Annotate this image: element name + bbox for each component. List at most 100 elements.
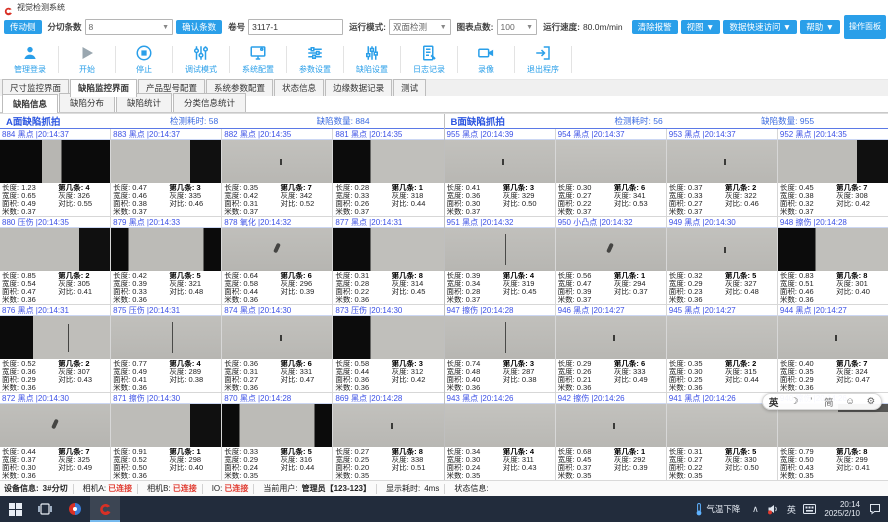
defect-cell[interactable]: 881 黑点 |20:14:35 长度: 0.28宽度: 0.33面积: 0.2… <box>333 129 443 216</box>
defect-thumbnail[interactable] <box>445 140 555 183</box>
defect-thumbnail[interactable] <box>556 228 666 271</box>
slit-count-select[interactable]: 8▼ <box>85 19 174 35</box>
sub-tab-1[interactable]: 缺陷信息 <box>2 94 58 113</box>
defect-thumbnail[interactable] <box>111 404 221 447</box>
action-button-8[interactable]: 日志记录 <box>401 40 457 79</box>
defect-cell[interactable]: 873 压伤 |20:14:30 长度: 0.58宽度: 0.44面积: 0.3… <box>333 305 443 392</box>
chart-points-select[interactable]: 100▼ <box>497 19 538 35</box>
help-menu-button[interactable]: 帮助 ▼ <box>800 20 840 35</box>
defect-cell[interactable]: 876 黑点 |20:14:31 长度: 0.52宽度: 0.36面积: 0.2… <box>0 305 110 392</box>
task-view-button[interactable] <box>30 496 60 522</box>
defect-cell[interactable]: 874 黑点 |20:14:30 长度: 0.36宽度: 0.31面积: 0.2… <box>222 305 332 392</box>
sub-tab-4[interactable]: 分类信息统计 <box>173 93 246 112</box>
defect-thumbnail[interactable] <box>667 316 777 359</box>
action-button-4[interactable]: 调试模式 <box>173 40 229 79</box>
defect-cell[interactable]: 947 擦伤 |20:14:28 长度: 0.74宽度: 0.48面积: 0.4… <box>445 305 555 392</box>
view-menu-button[interactable]: 视图 ▼ <box>681 20 721 35</box>
action-button-2[interactable]: 开始 <box>59 40 115 79</box>
defect-cell[interactable]: 954 黑点 |20:14:37 长度: 0.30宽度: 0.27面积: 0.2… <box>556 129 666 216</box>
weather-widget[interactable]: 气温下降 <box>689 496 746 522</box>
defect-cell[interactable]: 942 擦伤 |20:14:26 长度: 0.68宽度: 0.45面积: 0.3… <box>556 393 666 480</box>
run-mode-select[interactable]: 双面检测▼ <box>389 19 451 35</box>
defect-thumbnail[interactable] <box>556 140 666 183</box>
action-button-10[interactable]: 退出程序 <box>515 40 571 79</box>
defect-cell[interactable]: 945 黑点 |20:14:27 长度: 0.35宽度: 0.30面积: 0.2… <box>667 305 777 392</box>
speaker-icon[interactable] <box>764 503 782 515</box>
defect-cell[interactable]: 955 黑点 |20:14:39 长度: 0.41宽度: 0.36面积: 0.3… <box>445 129 555 216</box>
defect-thumbnail[interactable] <box>667 228 777 271</box>
defect-cell[interactable]: 946 黑点 |20:14:27 长度: 0.29宽度: 0.26面积: 0.2… <box>556 305 666 392</box>
defect-thumbnail[interactable] <box>0 228 110 271</box>
ime-simplified-toggle[interactable]: 简 <box>824 395 834 409</box>
defect-cell[interactable]: 879 黑点 |20:14:33 长度: 0.42宽度: 0.39面积: 0.3… <box>111 217 221 304</box>
defect-thumbnail[interactable] <box>333 316 443 359</box>
ime-settings-gear-icon[interactable]: ⚙ <box>867 396 876 407</box>
ime-language-indicator[interactable]: 英 <box>782 503 800 516</box>
defect-thumbnail[interactable] <box>445 228 555 271</box>
defect-cell[interactable]: 944 黑点 |20:14:27 长度: 0.40宽度: 0.35面积: 0.2… <box>778 305 888 392</box>
defect-thumbnail[interactable] <box>111 228 221 271</box>
taskbar-clock[interactable]: 20:14 2025/2/10 <box>818 500 866 518</box>
drive-side-button[interactable]: 传动侧 <box>4 20 42 35</box>
defect-thumbnail[interactable] <box>445 404 555 447</box>
main-tab-7[interactable]: 测试 <box>393 79 426 96</box>
defect-thumbnail[interactable] <box>0 140 110 183</box>
defect-thumbnail[interactable] <box>778 316 888 359</box>
main-tab-5[interactable]: 状态信息 <box>274 79 324 96</box>
notification-center-icon[interactable] <box>866 503 884 515</box>
operation-panel-button[interactable]: 操作面板 <box>844 15 886 39</box>
defect-thumbnail[interactable] <box>222 404 332 447</box>
defect-thumbnail[interactable] <box>778 228 888 271</box>
defect-thumbnail[interactable] <box>333 140 443 183</box>
defect-cell[interactable]: 949 黑点 |20:14:30 长度: 0.32宽度: 0.29面积: 0.2… <box>667 217 777 304</box>
defect-cell[interactable]: 878 氧化 |20:14:32 长度: 0.64宽度: 0.58面积: 0.4… <box>222 217 332 304</box>
defect-thumbnail[interactable] <box>111 316 221 359</box>
taskbar-app-icon[interactable] <box>60 496 90 522</box>
defect-cell[interactable]: 951 黑点 |20:14:32 长度: 0.39宽度: 0.34面积: 0.2… <box>445 217 555 304</box>
defect-cell[interactable]: 884 黑点 |20:14:37 长度: 1.23宽度: 0.65面积: 0.4… <box>0 129 110 216</box>
defect-cell[interactable]: 883 黑点 |20:14:37 长度: 0.47宽度: 0.46面积: 0.3… <box>111 129 221 216</box>
defect-thumbnail[interactable] <box>445 316 555 359</box>
main-tab-6[interactable]: 边缘数据记录 <box>325 79 392 96</box>
defect-thumbnail[interactable] <box>556 404 666 447</box>
defect-thumbnail[interactable] <box>0 404 110 447</box>
main-tab-2[interactable]: 缺陷监控界面 <box>70 79 137 97</box>
ime-lang-toggle[interactable]: 英 <box>769 395 779 409</box>
defect-cell[interactable]: 941 黑点 |20:14:26 长度: 0.31宽度: 0.27面积: 0.2… <box>667 393 777 480</box>
defect-cell[interactable]: 882 黑点 |20:14:35 长度: 0.35宽度: 0.42面积: 0.3… <box>222 129 332 216</box>
defect-cell[interactable]: 871 擦伤 |20:14:30 长度: 0.91宽度: 0.52面积: 0.5… <box>111 393 221 480</box>
defect-cell[interactable]: 880 压伤 |20:14:35 长度: 0.85宽度: 0.54面积: 0.4… <box>0 217 110 304</box>
action-button-9[interactable]: 录像 <box>458 40 514 79</box>
defect-thumbnail[interactable] <box>222 316 332 359</box>
defect-thumbnail[interactable] <box>778 404 888 447</box>
defect-cell[interactable]: 943 黑点 |20:14:26 长度: 0.34宽度: 0.30面积: 0.2… <box>445 393 555 480</box>
keyboard-icon[interactable] <box>800 504 818 514</box>
defect-thumbnail[interactable] <box>222 140 332 183</box>
action-button-7[interactable]: 缺陷设置 <box>344 40 400 79</box>
confirm-count-button[interactable]: 确认条数 <box>176 20 222 35</box>
defect-thumbnail[interactable] <box>667 140 777 183</box>
defect-thumbnail[interactable] <box>556 316 666 359</box>
defect-cell[interactable]: 877 黑点 |20:14:31 长度: 0.31宽度: 0.28面积: 0.2… <box>333 217 443 304</box>
defect-cell[interactable]: 948 擦伤 |20:14:28 长度: 0.83宽度: 0.51面积: 0.4… <box>778 217 888 304</box>
defect-cell[interactable]: 872 黑点 |20:14:30 长度: 0.44宽度: 0.37面积: 0.3… <box>0 393 110 480</box>
taskbar-active-app-icon[interactable] <box>90 496 120 522</box>
action-button-1[interactable]: 管理登录 <box>2 40 58 79</box>
defect-cell[interactable]: 953 黑点 |20:14:37 长度: 0.37宽度: 0.33面积: 0.2… <box>667 129 777 216</box>
defect-thumbnail[interactable] <box>0 316 110 359</box>
ime-moon-icon[interactable]: ☽ <box>790 396 799 407</box>
defect-thumbnail[interactable] <box>333 404 443 447</box>
defect-thumbnail[interactable] <box>667 404 777 447</box>
start-button[interactable] <box>0 496 30 522</box>
defect-thumbnail[interactable] <box>778 140 888 183</box>
defect-thumbnail[interactable] <box>222 228 332 271</box>
defect-cell[interactable]: 952 黑点 |20:14:35 长度: 0.45宽度: 0.38面积: 0.3… <box>778 129 888 216</box>
ime-punct-toggle[interactable]: ’ <box>810 396 812 407</box>
roll-number-input[interactable] <box>248 19 343 35</box>
defect-cell[interactable]: 870 黑点 |20:14:28 长度: 0.33宽度: 0.29面积: 0.2… <box>222 393 332 480</box>
defect-cell[interactable]: 875 压伤 |20:14:31 长度: 0.77宽度: 0.49面积: 0.4… <box>111 305 221 392</box>
quick-data-menu-button[interactable]: 数据快速访问 ▼ <box>723 20 797 35</box>
tray-expand-chevron[interactable]: ∧ <box>746 504 764 515</box>
clear-alarm-button[interactable]: 清除报警 <box>632 20 678 35</box>
action-button-3[interactable]: 停止 <box>116 40 172 79</box>
